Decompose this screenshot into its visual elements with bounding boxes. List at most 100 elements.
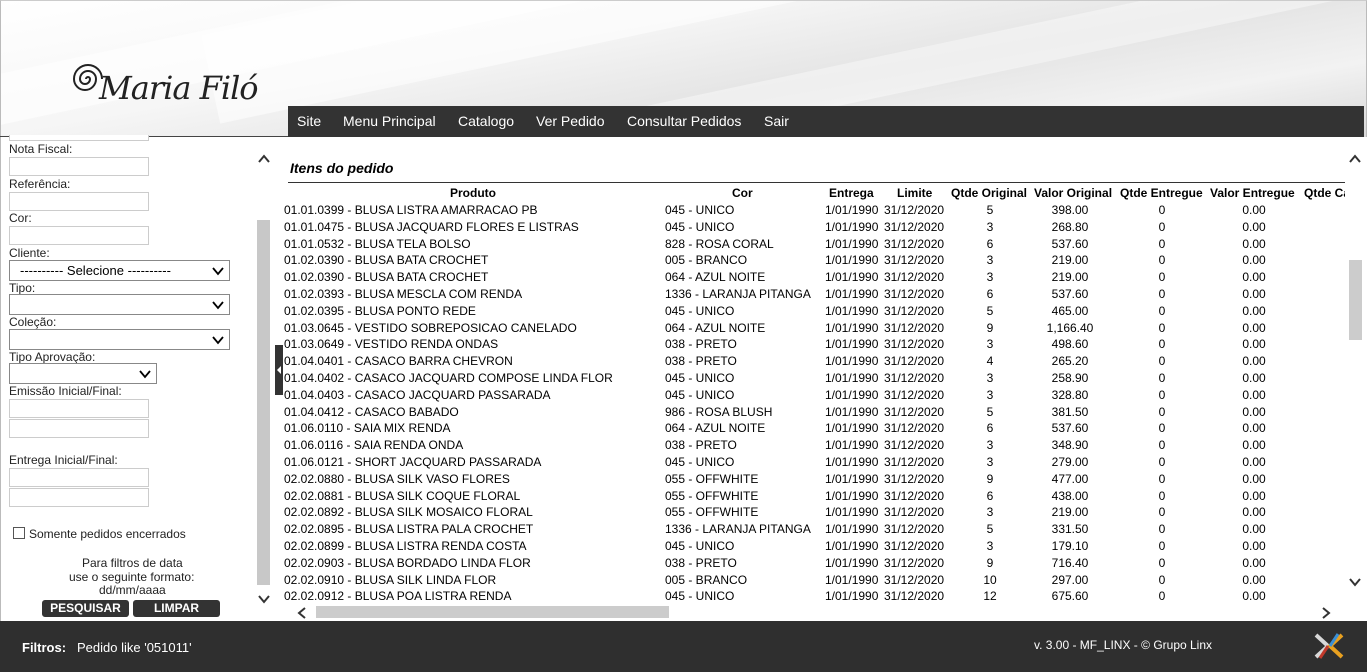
cell-valor-entregue: 0.00 [1242, 505, 1266, 520]
col-limite[interactable]: Limite [897, 186, 932, 200]
table-row[interactable]: 01.03.0649 - VESTIDO RENDA ONDAS 038 - PR… [284, 336, 1345, 353]
cell-qtde-original: 3 [986, 337, 994, 352]
table-row[interactable]: 01.04.0401 - CASACO BARRA CHEVRON 038 - P… [284, 353, 1345, 370]
nav-ver-pedido[interactable]: Ver Pedido [536, 113, 605, 129]
sidebar-scroll-up-icon[interactable] [257, 153, 271, 165]
col-qtde-cancelada[interactable]: Qtde Ca [1304, 186, 1345, 200]
nota-fiscal-input[interactable] [9, 157, 149, 176]
cell-qtde-original: 6 [986, 236, 994, 251]
cell-produto: 01.02.0390 - BLUSA BATA CROCHET [284, 270, 489, 285]
table-row[interactable]: 01.02.0390 - BLUSA BATA CROCHET 064 - AZU… [284, 269, 1345, 286]
nav-site[interactable]: Site [297, 113, 321, 129]
cell-produto: 02.02.0912 - BLUSA POA LISTRA RENDA [284, 589, 512, 604]
table-row[interactable]: 02.02.0903 - BLUSA BORDADO LINDA FLOR 038… [284, 555, 1345, 572]
sidebar-scrollbar-thumb[interactable] [257, 220, 270, 585]
col-valor-entregue[interactable]: Valor Entregue [1210, 186, 1295, 200]
cell-entrega: 1/01/1990 [825, 203, 879, 217]
cor-input[interactable] [9, 226, 149, 245]
table-row[interactable]: 01.02.0395 - BLUSA PONTO REDE 045 - UNICO… [284, 303, 1345, 320]
cliente-select-value: ---------- Selecione ---------- [20, 263, 171, 278]
cell-qtde-entregue: 0 [1158, 539, 1166, 553]
cell-valor-original: 279.00 [1051, 455, 1089, 469]
emissao-final-input[interactable] [9, 419, 149, 438]
emissao-label: Emissão Inicial/Final: [9, 384, 122, 398]
table-row[interactable]: 01.03.0645 - VESTIDO SOBREPOSICAO CANELA… [284, 320, 1345, 337]
col-qtde-entregue[interactable]: Qtde Entregue [1120, 186, 1203, 200]
table-row[interactable]: 01.04.0403 - CASACO JACQUARD PASSARADA 04… [284, 387, 1345, 404]
table-row[interactable]: 01.02.0390 - BLUSA BATA CROCHET 005 - BRA… [284, 252, 1345, 269]
tipo-aprovacao-select[interactable] [9, 363, 157, 384]
pesquisar-button[interactable]: PESQUISAR [42, 600, 129, 617]
nav-sair[interactable]: Sair [764, 113, 789, 129]
table-row[interactable]: 02.02.0892 - BLUSA SILK MOSAICO FLORAL 05… [284, 504, 1345, 521]
table-row[interactable]: 01.02.0393 - BLUSA MESCLA COM RENDA 1336 … [284, 286, 1345, 303]
page-footer: Filtros: Pedido like '051011' v. 3.00 - … [0, 621, 1367, 672]
table-row[interactable]: 02.02.0895 - BLUSA LISTRA PALA CROCHET 13… [284, 521, 1345, 538]
cell-entrega: 1/01/1990 [825, 421, 879, 436]
collapse-left-icon [277, 366, 281, 374]
cell-qtde-entregue: 0 [1158, 488, 1166, 503]
entrega-inicial-input[interactable] [9, 468, 149, 487]
main-navbar: Site Menu Principal Catalogo Ver Pedido … [288, 106, 1364, 137]
table-row[interactable]: 01.06.0116 - SAIA RENDA ONDA 038 - PRETO 1… [284, 437, 1345, 454]
somente-encerrados-checkbox[interactable] [13, 527, 25, 539]
table-row[interactable]: 01.01.0475 - BLUSA JACQUARD FLORES E LIS… [284, 219, 1345, 236]
limpar-button[interactable]: LIMPAR [133, 600, 220, 617]
main-scroll-down-icon[interactable] [1348, 576, 1362, 588]
table-row[interactable]: 02.02.0899 - BLUSA LISTRA RENDA COSTA 045… [284, 538, 1345, 555]
cell-limite: 31/12/2020 [884, 589, 945, 604]
cell-qtde-original: 3 [986, 505, 994, 520]
cell-qtde-original: 3 [986, 253, 994, 268]
referencia-input[interactable] [9, 192, 149, 211]
table-row[interactable]: 01.01.0399 - BLUSA LISTRA AMARRACAO PB 04… [284, 202, 1345, 219]
col-cor[interactable]: Cor [732, 186, 753, 200]
table-row[interactable]: 02.02.0881 - BLUSA SILK COQUE FLORAL 055 … [284, 488, 1345, 505]
table-row[interactable]: 02.02.0910 - BLUSA SILK LINDA FLOR 005 - … [284, 572, 1345, 589]
cell-cor: 038 - PRETO [665, 555, 737, 570]
cell-entrega: 1/01/1990 [825, 455, 879, 469]
table-row[interactable]: 01.04.0412 - CASACO BABADO 986 - ROSA BLU… [284, 404, 1345, 421]
cell-valor-original: 438.00 [1051, 488, 1089, 503]
maria-filo-logo[interactable]: Maria Filó [71, 59, 259, 119]
cell-limite: 31/12/2020 [884, 303, 945, 318]
main-hscroll-thumb[interactable] [316, 606, 669, 618]
col-entrega[interactable]: Entrega [829, 186, 874, 200]
hscroll-right-icon[interactable] [1320, 606, 1332, 620]
cell-qtde-original: 6 [986, 287, 994, 301]
hscroll-left-icon[interactable] [296, 606, 308, 620]
entrega-final-input[interactable] [9, 488, 149, 507]
table-row[interactable]: 02.02.0912 - BLUSA POA LISTRA RENDA 045 -… [284, 588, 1345, 605]
cell-limite: 31/12/2020 [884, 203, 945, 217]
table-row[interactable]: 01.01.0532 - BLUSA TELA BOLSO 828 - ROSA … [284, 236, 1345, 253]
table-row[interactable]: 01.06.0121 - SHORT JACQUARD PASSARADA 045… [284, 454, 1345, 471]
table-row[interactable]: 01.06.0110 - SAIA MIX RENDA 064 - AZUL NO… [284, 420, 1345, 437]
col-valor-original[interactable]: Valor Original [1034, 186, 1112, 200]
nav-consultar-pedidos[interactable]: Consultar Pedidos [627, 113, 741, 129]
hidden-input-top[interactable] [9, 135, 149, 141]
cell-valor-entregue: 0.00 [1242, 471, 1266, 486]
sidebar-scroll-down-icon[interactable] [257, 593, 271, 605]
cell-valor-entregue: 0.00 [1242, 488, 1266, 503]
cliente-select[interactable]: ---------- Selecione ---------- [9, 260, 230, 281]
main-scroll-up-icon[interactable] [1348, 153, 1362, 165]
main-vscroll-thumb[interactable] [1349, 260, 1362, 340]
nav-catalogo[interactable]: Catalogo [458, 113, 514, 129]
tipo-select[interactable] [9, 294, 230, 315]
cell-qtde-entregue: 0 [1158, 270, 1166, 285]
emissao-inicial-input[interactable] [9, 399, 149, 418]
cell-entrega: 1/01/1990 [825, 219, 879, 234]
colecao-select[interactable] [9, 329, 230, 350]
cell-valor-original: 219.00 [1051, 253, 1089, 268]
cell-cor: 045 - UNICO [665, 203, 735, 217]
cell-produto: 02.02.0895 - BLUSA LISTRA PALA CROCHET [284, 522, 534, 537]
nav-menu-principal[interactable]: Menu Principal [343, 113, 436, 129]
cell-valor-original: 537.60 [1051, 236, 1089, 251]
cell-entrega: 1/01/1990 [825, 488, 879, 503]
col-qtde-original[interactable]: Qtde Original [951, 186, 1027, 200]
col-produto[interactable]: Produto [450, 186, 496, 200]
sidebar-collapse-toggle[interactable] [275, 345, 283, 395]
table-row[interactable]: 01.04.0402 - CASACO JACQUARD COMPOSE LIN… [284, 370, 1345, 387]
table-row[interactable]: 02.02.0880 - BLUSA SILK VASO FLORES 055 -… [284, 471, 1345, 488]
cell-cor: 1336 - LARANJA PITANGA [665, 522, 811, 537]
cell-entrega: 1/01/1990 [825, 320, 879, 335]
